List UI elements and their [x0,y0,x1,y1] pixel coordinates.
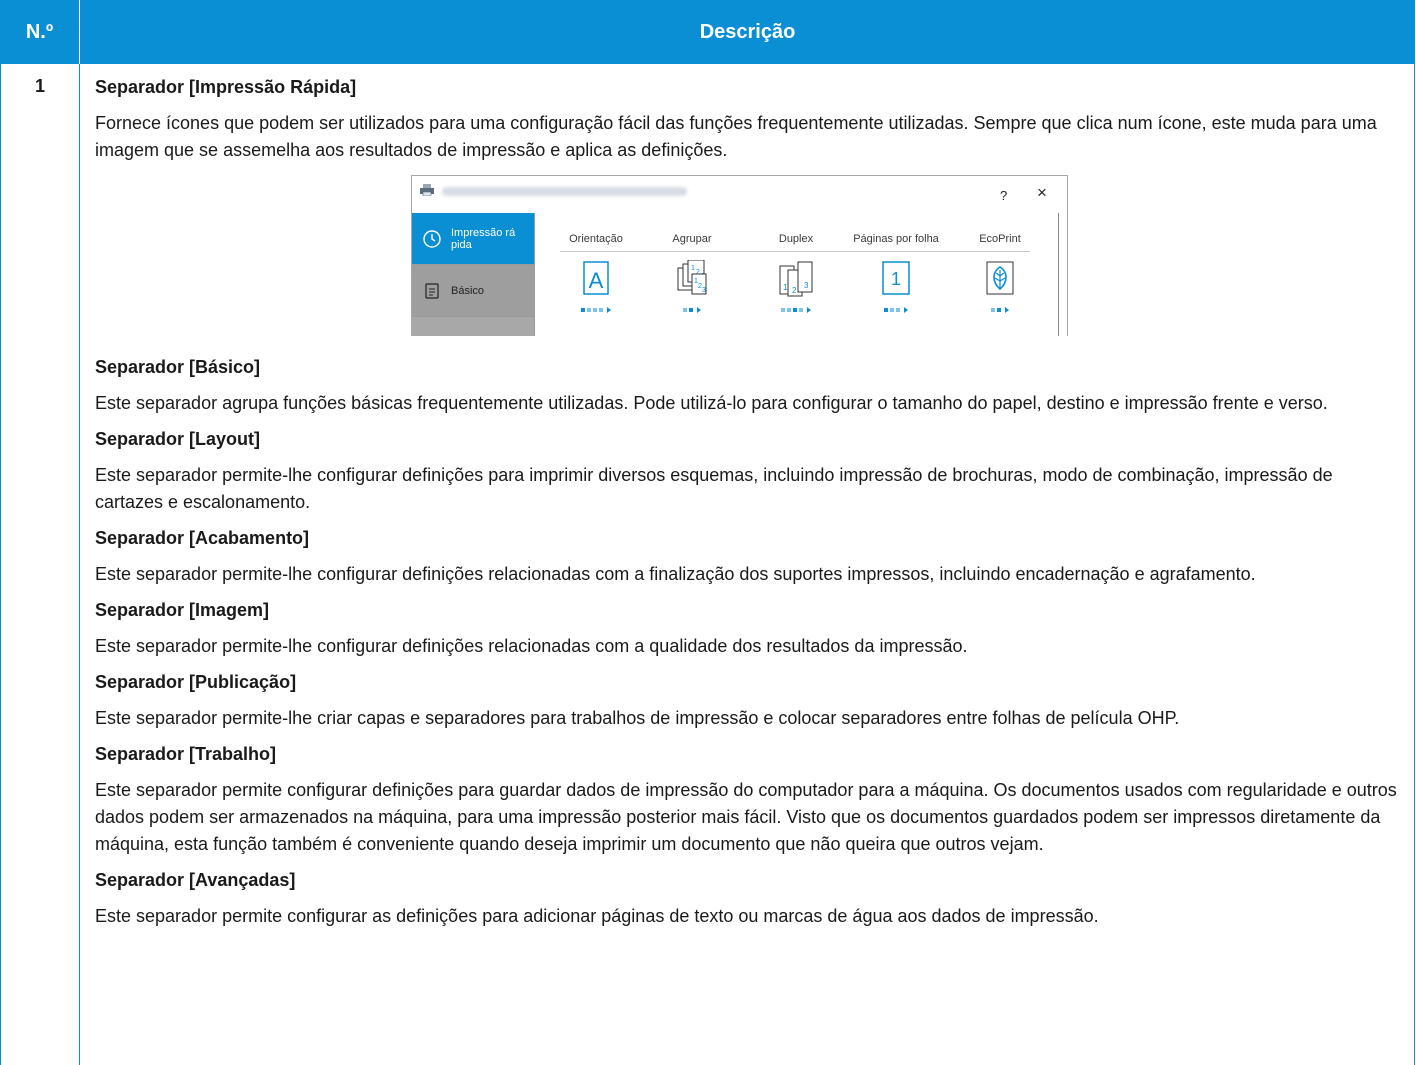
header-description: Descrição [80,0,1415,64]
description-table: N.º Descrição 1 Separador [Impressão Ráp… [0,0,1415,1065]
tab-basic-label: Básico [451,284,485,297]
section-title: Separador [Trabalho] [95,744,277,764]
collate-icon: 1 2 3 1 2 3 [677,260,707,295]
quick-print-duplex[interactable]: Duplex 1 2 3 [748,232,844,313]
section-basic: Separador [Básico] Este separador agrupa… [95,354,1400,417]
screenshot-container: ? × Impressão rá pida Básico Orientação … [95,175,1400,345]
qp-label: EcoPrint [979,233,1021,245]
section-finishing: Separador [Acabamento] Este separador pe… [95,525,1400,588]
svg-text:1: 1 [891,269,901,289]
quick-print-orientation[interactable]: Orientação A [548,232,644,313]
print-properties-screenshot: ? × Impressão rá pida Básico Orientação … [411,175,1068,336]
panel-scroll-edge [1058,213,1059,336]
orientation-icon: A [583,261,609,295]
tab-sidebar: Impressão rá pida Básico [412,213,535,336]
svg-text:3: 3 [702,287,706,294]
svg-text:1: 1 [691,265,695,272]
section-publishing: Separador [Publicação] Este separador pe… [95,669,1400,732]
row-number: 1 [34,76,45,96]
section-description: Este separador permite-lhe criar capas e… [95,708,1180,728]
section-image: Separador [Imagem] Este separador permit… [95,597,1400,660]
qp-label: Agrupar [672,233,712,245]
qp-label: Páginas por folha [853,233,939,245]
quick-print-pages-per-sheet[interactable]: Páginas por folha 1 [848,232,944,313]
option-indicator [748,307,844,313]
option-indicator [644,307,740,313]
document-icon [422,281,442,301]
option-indicator [548,307,644,313]
section-title: Separador [Básico] [95,357,261,377]
section-title: Separador [Impressão Rápida] [95,77,357,97]
section-description: Este separador permite-lhe configurar de… [95,564,1256,584]
printer-icon [420,184,434,196]
svg-text:1: 1 [783,283,788,292]
quick-print-panel: Orientação A Agrupar 1 2 1 2 3 Duplex 1 … [548,213,1048,336]
quick-print-collate[interactable]: Agrupar 1 2 3 1 2 3 [644,232,740,313]
section-title: Separador [Acabamento] [95,528,310,548]
table-border-right [1414,64,1415,1065]
section-title: Separador [Avançadas] [95,870,296,890]
table-column-divider [79,64,80,1065]
option-indicator [952,307,1048,313]
window-titlebar: ? × [412,176,1067,206]
section-advanced: Separador [Avançadas] Este separador per… [95,867,1400,930]
ecoprint-leaf-icon [986,261,1014,295]
close-button[interactable]: × [1037,179,1047,206]
section-description: Este separador permite-lhe configurar de… [95,465,1333,512]
section-description: Este separador permite-lhe configurar de… [95,636,968,656]
qp-label: Duplex [778,233,814,245]
clock-icon [422,229,442,249]
quick-print-ecoprint[interactable]: EcoPrint [952,232,1048,313]
option-indicator [848,307,944,313]
svg-text:A: A [589,268,604,293]
duplex-icon: 1 2 3 [779,261,813,297]
qp-label: Orientação [569,233,623,245]
section-description: Este separador permite configurar defini… [95,780,1397,854]
header-number: N.º [0,0,80,64]
svg-text:3: 3 [804,281,809,290]
section-description: Fornece ícones que podem ser utilizados … [95,113,1377,160]
svg-text:2: 2 [792,286,797,295]
row-description: Separador [Impressão Rápida] Fornece íco… [95,74,1400,930]
tab-quick-print-label: Impressão rá pida [451,226,516,251]
section-title: Separador [Publicação] [95,672,297,692]
tab-more[interactable] [412,317,534,336]
section-title: Separador [Layout] [95,429,261,449]
section-quick-print: Separador [Impressão Rápida] Fornece íco… [95,74,1400,345]
pages-per-sheet-icon: 1 [882,261,910,295]
section-description: Este separador permite configurar as def… [95,906,1099,926]
section-layout: Separador [Layout] Este separador permit… [95,426,1400,516]
section-description: Este separador agrupa funções básicas fr… [95,393,1328,413]
tab-basic[interactable]: Básico [412,265,534,316]
tab-quick-print[interactable]: Impressão rá pida [412,213,534,264]
blurred-window-title [442,187,687,196]
section-job: Separador [Trabalho] Este separador perm… [95,741,1400,858]
help-button[interactable]: ? [1000,182,1007,209]
table-border-left [0,64,1,1065]
section-title: Separador [Imagem] [95,600,270,620]
